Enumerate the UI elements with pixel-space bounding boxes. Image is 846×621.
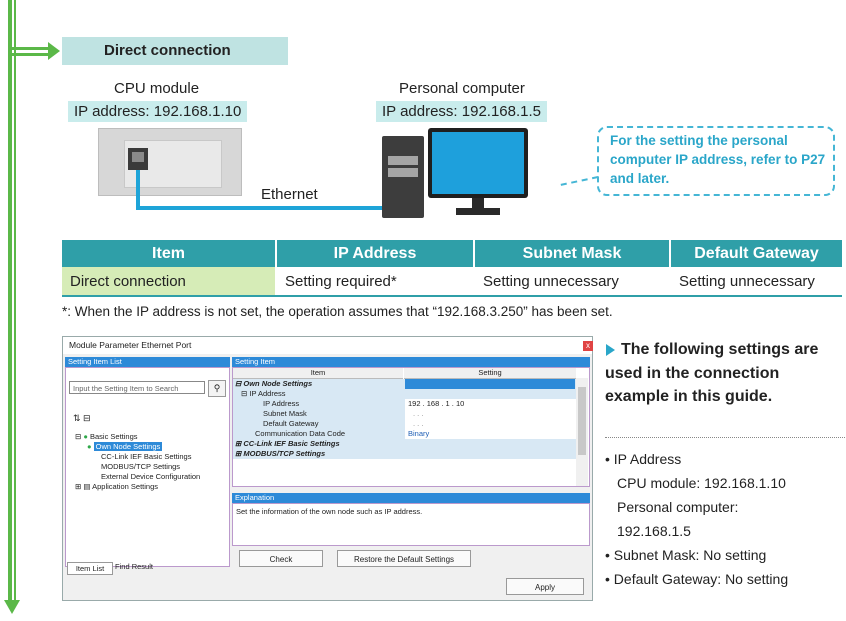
tree-external-device[interactable]: External Device Configuration [101,472,200,482]
drive-bay [388,168,418,177]
explanation-header: Explanation [232,493,590,503]
grid-row[interactable]: ⊟ IP Address [233,389,576,399]
tree-basic-settings[interactable]: ⊟ ● Basic Settings [75,432,138,442]
grid-row[interactable]: Subnet Mask. . . [233,409,584,419]
cpu-label: CPU module [114,80,200,97]
grid-row[interactable]: ⊞ MODBUS/TCP Settings [233,449,576,459]
restore-defaults-button[interactable]: Restore the Default Settings [337,550,471,567]
info-line: 192.168.1.5 [617,523,691,539]
setting-item-header: Setting Item [232,357,590,367]
pc-tower-icon [382,136,424,218]
grid-row[interactable]: Default Gateway. . . [233,419,584,429]
grid-row[interactable]: ⊞ CC-Link IEF Basic Settings [233,439,576,449]
tree-application-settings[interactable]: ⊞ ▤ Application Settings [75,482,158,492]
info-line: • Default Gateway: No setting [605,571,789,587]
tree-toolbar-icons[interactable]: ⇅ ⊟ [73,413,91,424]
table-header-row: Item IP Address Subnet Mask Default Gate… [62,240,842,267]
header-item: Item [62,240,277,267]
explanation-text: Set the information of the own node such… [232,503,590,546]
info-line: CPU module: 192.168.1.10 [617,475,786,491]
monitor-base [456,208,500,215]
grid-row[interactable]: ⊟ Own Node Settings [233,379,576,389]
tab-item-list[interactable]: Item List [67,562,113,575]
footnote: *: When the IP address is not set, the o… [62,304,613,319]
ethernet-cable-horizontal [136,206,402,210]
apply-button[interactable]: Apply [506,578,584,595]
ethernet-port-inner [132,152,144,162]
search-input[interactable]: Input the Setting Item to Search [69,381,205,394]
flow-branch-line-2 [12,53,52,56]
info-line: • Subnet Mask: No setting [605,547,767,563]
header-ip-address: IP Address [276,240,475,267]
flow-line-inner [14,0,16,604]
ethernet-label: Ethernet [261,186,318,203]
flow-line [8,0,12,604]
monitor-screen [432,132,524,194]
tree-cclink-settings[interactable]: CC-Link IEF Basic Settings [101,452,191,462]
tree-modbus-settings[interactable]: MODBUS/TCP Settings [101,462,180,472]
callout-text: For the setting the personal computer IP… [610,133,826,186]
header-subnet-mask: Subnet Mask [474,240,671,267]
info-heading: The following settings are used in the c… [605,341,819,405]
cpu-ip-tag: IP address: 192.168.1.10 [68,101,248,122]
close-icon[interactable]: x [583,341,593,351]
cell-subnet-mask: Setting unnecessary [474,267,671,297]
grid-row[interactable]: Communication Data Code Binary [233,429,579,439]
tree-own-node-settings[interactable]: ● Own Node Settings [87,442,163,452]
arrow-right-icon [48,42,60,60]
ethernet-cable [136,170,140,210]
monitor-neck [472,198,484,208]
grid-header-setting: Setting [404,368,576,379]
section-heading: Direct connection [62,37,288,65]
info-line: • IP Address [605,451,682,467]
module-parameter-dialog: Module Parameter Ethernet Port x Setting… [62,336,593,601]
flow-branch-line [12,47,52,50]
setting-item-list-header: Setting Item List [65,357,230,367]
grid-header-item: Item [233,368,403,379]
arrow-down-icon [4,600,20,614]
header-default-gateway: Default Gateway [670,240,842,267]
check-button[interactable]: Check [239,550,323,567]
pc-label: Personal computer [399,80,525,97]
scrollbar-thumb[interactable] [578,387,586,455]
dialog-title: Module Parameter Ethernet Port [63,337,592,354]
callout-pointer [560,176,599,186]
search-icon[interactable]: ⚲ [208,380,226,397]
cell-item: Direct connection [62,267,277,297]
cell-default-gateway: Setting unnecessary [670,267,842,297]
cell-ip-address: Setting required* [276,267,475,297]
drive-bay [388,156,418,165]
grid-row[interactable]: IP Address 192 . 168 . 1 . 10 [233,399,579,409]
ip-settings-table: Item IP Address Subnet Mask Default Gate… [62,240,842,297]
tab-find-result[interactable]: Find Result [111,561,157,572]
divider [605,437,845,438]
pc-ip-tag: IP address: 192.168.1.5 [376,101,548,122]
table-row: Direct connection Setting required* Sett… [62,267,842,297]
info-line: Personal computer: [617,499,739,515]
